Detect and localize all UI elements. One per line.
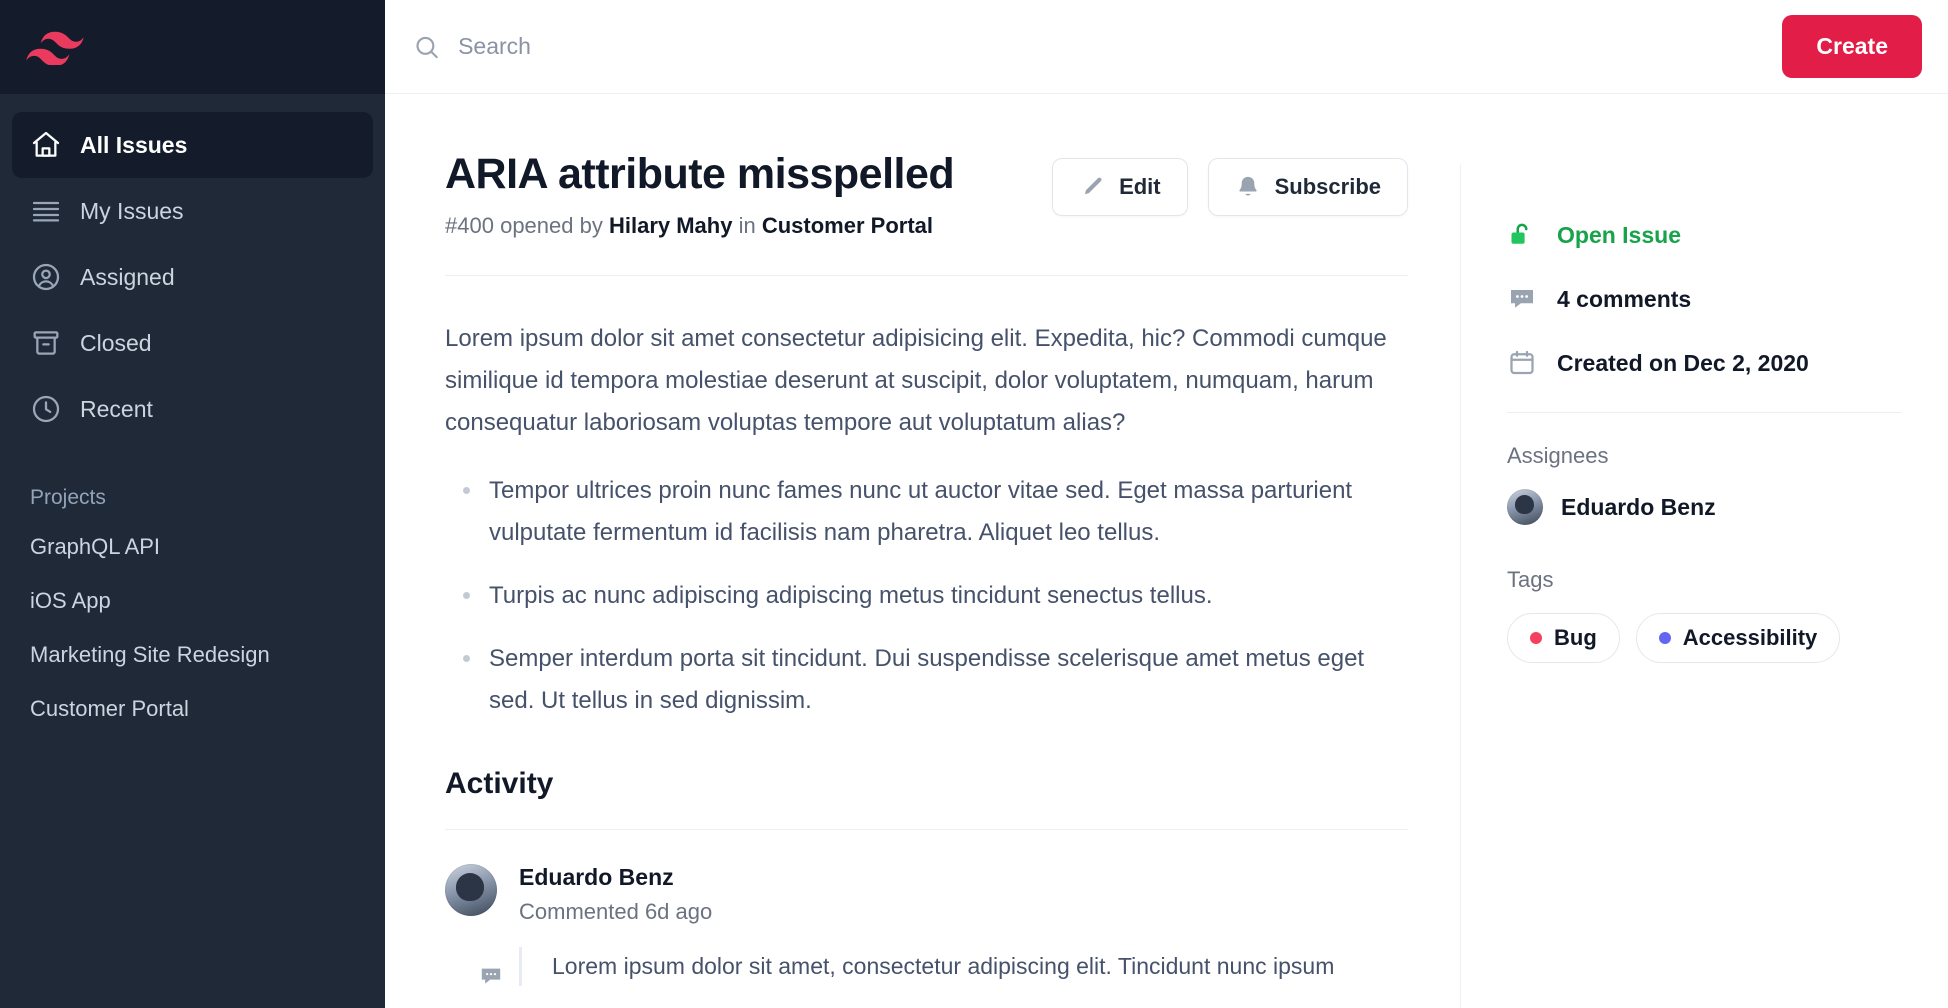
home-icon: [32, 131, 60, 157]
tag-list: Bug Accessibility: [1507, 613, 1902, 663]
issue-heading-group: ARIA attribute misspelled #400 opened by…: [445, 150, 955, 239]
sidebar-item-assigned[interactable]: Assigned: [12, 244, 373, 310]
comment-text: Lorem ipsum dolor sit amet, consectetur …: [519, 946, 1334, 986]
issue-opened-by-text: opened by: [500, 213, 603, 239]
status-badge[interactable]: Open Issue: [1507, 220, 1902, 250]
pencil-icon: [1085, 177, 1102, 195]
comment-badge: [475, 959, 507, 992]
topbar: Create: [385, 0, 1948, 94]
list-item: Tempor ultrices proin nunc fames nunc ut…: [445, 470, 1408, 553]
status-label: Open Issue: [1557, 221, 1681, 248]
edit-button[interactable]: Edit: [1052, 158, 1188, 216]
archive-icon: [33, 331, 59, 355]
activity-heading: Activity: [445, 766, 554, 800]
sidebar-item-all-issues[interactable]: All Issues: [12, 112, 373, 178]
sidebar-project-ios-app[interactable]: iOS App: [0, 574, 385, 628]
sidebar-project-marketing-site-redesign[interactable]: Marketing Site Redesign: [0, 628, 385, 682]
content-area: ARIA attribute misspelled #400 opened by…: [385, 94, 1948, 1008]
rail-divider: [1507, 412, 1902, 413]
issue-actions: Edit Subscribe: [1052, 150, 1408, 216]
assignees-label: Assignees: [1507, 443, 1609, 468]
issue-description: Lorem ipsum dolor sit amet consectetur a…: [445, 276, 1408, 720]
comments-count-label: 4 comments: [1557, 285, 1692, 312]
search-container: [413, 33, 1783, 61]
sidebar-nav: All Issues My Issues Assigned Closed Rec…: [0, 94, 385, 442]
clock-icon: [32, 395, 60, 423]
chat-bubble-icon: [1511, 290, 1533, 308]
sidebar-project-graphql-api[interactable]: GraphQL API: [0, 520, 385, 574]
app-root: All Issues My Issues Assigned Closed Rec…: [0, 0, 1948, 1008]
tag-dot-icon: [1658, 632, 1671, 644]
sidebar-item-label: Closed: [80, 329, 152, 356]
comment-author[interactable]: Eduardo Benz: [519, 864, 1334, 891]
sidebar-item-label: My Issues: [80, 197, 184, 224]
issue-in-word: in: [738, 213, 756, 239]
list-icon: [32, 201, 60, 222]
sidebar-item-label: Assigned: [80, 263, 175, 290]
tags-label: Tags: [1507, 567, 1554, 592]
tag-dot-icon: [1530, 632, 1542, 644]
tag-accessibility[interactable]: Accessibility: [1635, 613, 1841, 663]
sidebar-item-label: Recent: [80, 395, 153, 422]
sidebar-item-my-issues[interactable]: My Issues: [12, 178, 373, 244]
subscribe-button[interactable]: Subscribe: [1207, 158, 1408, 216]
comment-content: Eduardo Benz Commented 6d ago Lorem ipsu…: [519, 864, 1334, 986]
tag-label: Accessibility: [1682, 625, 1818, 650]
sidebar-brand[interactable]: [0, 0, 385, 94]
subscribe-button-label: Subscribe: [1274, 174, 1381, 199]
calendar-icon: [1510, 350, 1534, 375]
assignee-item[interactable]: Eduardo Benz: [1507, 489, 1902, 525]
edit-button-label: Edit: [1119, 174, 1161, 199]
avatar: [445, 863, 497, 916]
page-title: ARIA attribute misspelled: [445, 150, 955, 198]
issue-detail: ARIA attribute misspelled #400 opened by…: [385, 94, 1460, 1008]
created-date-label: Created on Dec 2, 2020: [1557, 349, 1809, 376]
issue-meta: #400 opened by Hilary Mahy in Customer P…: [445, 213, 954, 239]
assignee-name: Eduardo Benz: [1561, 493, 1716, 520]
sidebar-item-closed[interactable]: Closed: [12, 310, 373, 376]
bell-icon: [1238, 176, 1257, 196]
create-button[interactable]: Create: [1782, 15, 1922, 78]
tag-label: Bug: [1554, 625, 1597, 650]
sidebar-item-label: All Issues: [80, 131, 188, 158]
issue-number: #400: [445, 213, 494, 239]
list-item: Semper interdum porta sit tincidunt. Dui…: [445, 638, 1408, 721]
issue-header: ARIA attribute misspelled #400 opened by…: [445, 150, 1408, 239]
comments-count[interactable]: 4 comments: [1507, 284, 1902, 314]
issue-author[interactable]: Hilary Mahy: [609, 213, 733, 238]
main-column: Create ARIA attribute misspelled #400 op…: [385, 0, 1948, 1008]
avatar-container: [445, 863, 507, 992]
issue-project[interactable]: Customer Portal: [762, 213, 933, 238]
user-circle-icon: [32, 263, 60, 291]
created-date: Created on Dec 2, 2020: [1507, 348, 1902, 378]
projects-heading: Projects: [30, 486, 106, 509]
comment-timestamp: Commented 6d ago: [519, 898, 713, 924]
sidebar-item-recent[interactable]: Recent: [12, 376, 373, 442]
lock-open-icon: [1511, 223, 1528, 244]
issue-paragraph: Lorem ipsum dolor sit amet consectetur a…: [445, 325, 1387, 437]
sidebar: All Issues My Issues Assigned Closed Rec…: [0, 0, 385, 1008]
tailwind-wave-logo-icon: [26, 31, 84, 65]
comment-icon: [481, 968, 501, 984]
list-item: Turpis ac nunc adipiscing adipiscing met…: [445, 575, 1408, 616]
sidebar-project-customer-portal[interactable]: Customer Portal: [0, 682, 385, 736]
search-input[interactable]: [458, 33, 1783, 60]
search-icon: [416, 36, 438, 58]
avatar: [1507, 489, 1543, 525]
issue-bullet-list: Tempor ultrices proin nunc fames nunc ut…: [445, 470, 1408, 720]
comment-item: Eduardo Benz Commented 6d ago Lorem ipsu…: [445, 830, 1408, 992]
tag-bug[interactable]: Bug: [1507, 613, 1620, 663]
issue-sidebar: Open Issue 4 comments Created on Dec 2, …: [1460, 164, 1948, 1008]
